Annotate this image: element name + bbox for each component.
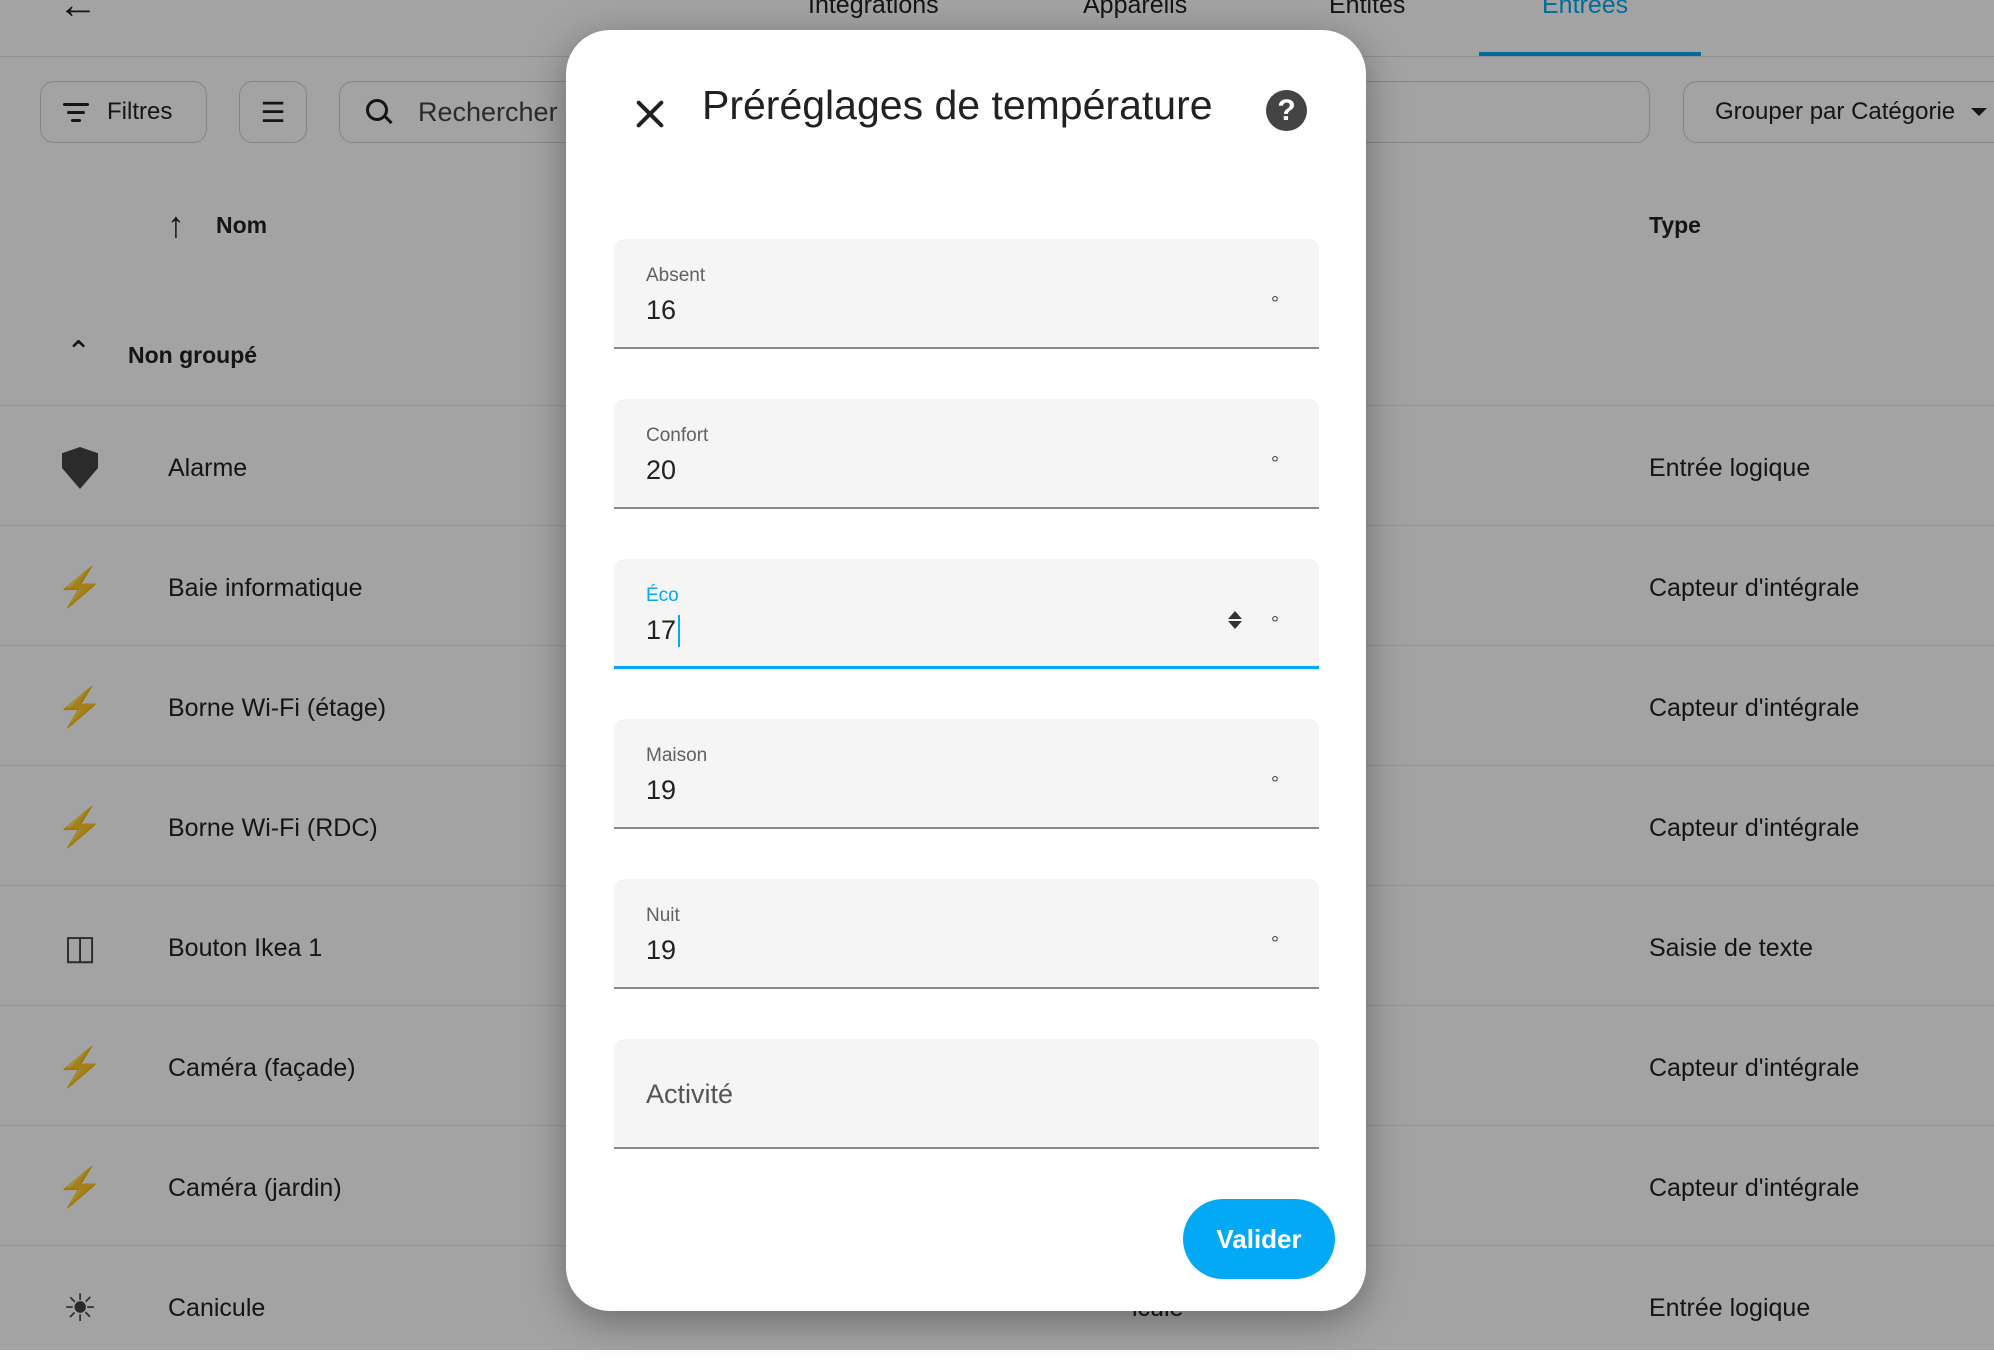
field-label: Éco bbox=[646, 585, 679, 606]
field-label: Maison bbox=[646, 745, 708, 766]
comfort-input[interactable] bbox=[646, 455, 1206, 486]
eco-field[interactable]: Éco ° bbox=[614, 559, 1319, 669]
home-field[interactable]: Maison ° bbox=[614, 719, 1319, 829]
comfort-field[interactable]: Confort ° bbox=[614, 399, 1319, 509]
close-icon[interactable] bbox=[622, 86, 678, 142]
degree-unit: ° bbox=[1271, 293, 1279, 315]
dialog-title: Préréglages de température bbox=[702, 82, 1213, 128]
temperature-presets-dialog: Préréglages de température ? Absent ° Co… bbox=[566, 30, 1366, 1311]
eco-input[interactable] bbox=[646, 615, 1206, 646]
field-label: Nuit bbox=[646, 905, 680, 926]
home-input[interactable] bbox=[646, 775, 1206, 806]
number-spinner[interactable] bbox=[1225, 609, 1245, 639]
help-icon[interactable]: ? bbox=[1266, 90, 1307, 131]
submit-button[interactable]: Valider bbox=[1183, 1199, 1335, 1279]
activity-field[interactable]: Activité bbox=[614, 1039, 1319, 1149]
absent-field[interactable]: Absent ° bbox=[614, 239, 1319, 349]
field-label: Activité bbox=[646, 1079, 734, 1109]
degree-unit: ° bbox=[1271, 773, 1279, 795]
degree-unit: ° bbox=[1271, 933, 1279, 955]
field-label: Absent bbox=[646, 265, 706, 286]
absent-input[interactable] bbox=[646, 295, 1206, 326]
text-cursor bbox=[678, 615, 680, 647]
night-input[interactable] bbox=[646, 935, 1206, 966]
night-field[interactable]: Nuit ° bbox=[614, 879, 1319, 989]
degree-unit: ° bbox=[1271, 453, 1279, 475]
degree-unit: ° bbox=[1271, 613, 1279, 635]
field-label: Confort bbox=[646, 425, 709, 446]
